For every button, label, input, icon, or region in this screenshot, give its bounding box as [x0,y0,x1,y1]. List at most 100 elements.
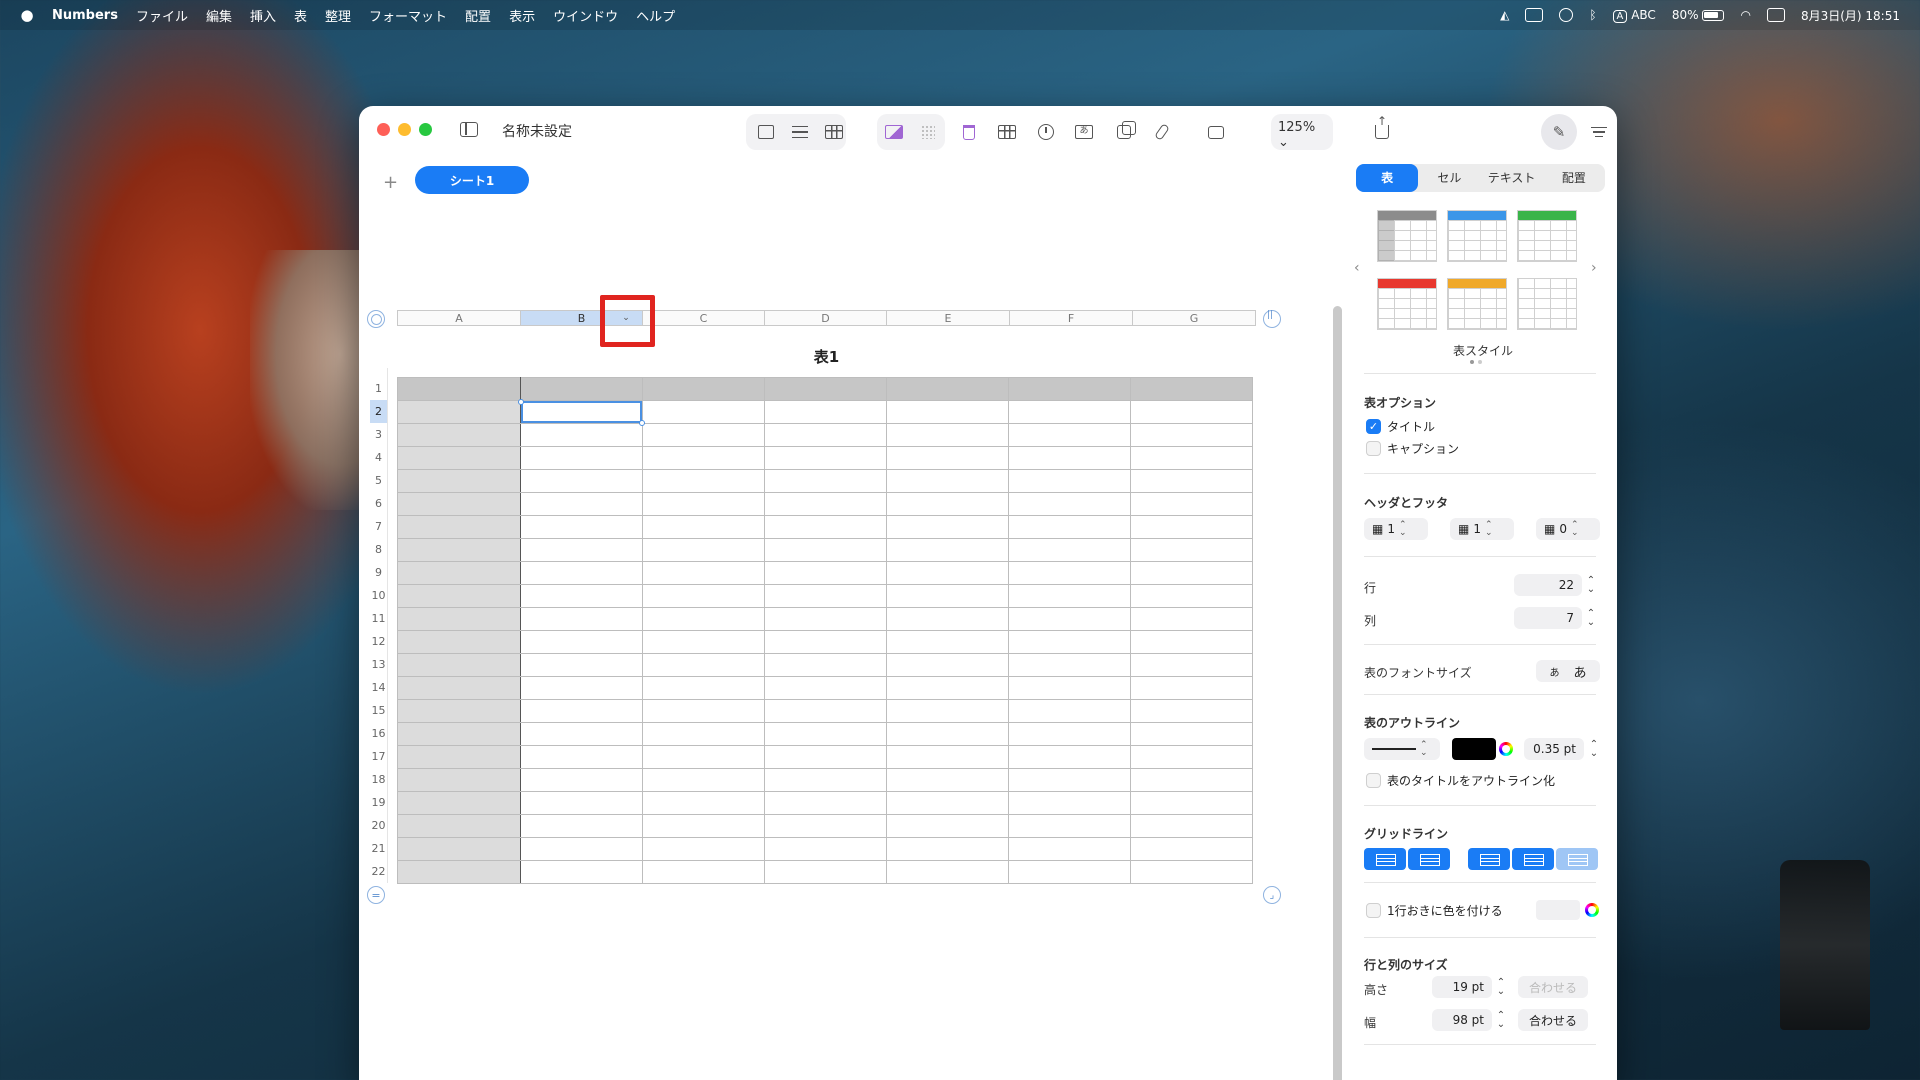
screen-mirroring-icon[interactable] [1525,8,1544,22]
outline-width-stepper-icon[interactable]: ⌃ ⌄ [1588,738,1600,760]
table-cell[interactable] [886,768,1009,792]
table-cell[interactable] [1008,768,1131,792]
table-cell[interactable] [520,538,643,562]
table-cell[interactable] [764,768,887,792]
table-cell[interactable] [886,446,1009,470]
table-cell[interactable] [642,492,765,516]
outline-title-option[interactable]: 表のタイトルをアウトライン化 [1366,772,1555,789]
header-column-gridlines-button[interactable] [1468,848,1510,870]
table-cell[interactable] [397,515,521,539]
menu-format[interactable]: フォーマット [369,6,447,25]
table-cell[interactable] [886,400,1009,424]
table-cell[interactable] [764,814,887,838]
table-cell[interactable] [397,446,521,470]
row-header[interactable]: 15 [370,699,388,722]
rows-stepper-icon[interactable]: ⌃ ⌄ [1585,574,1597,596]
table-cell[interactable] [1130,630,1253,654]
table-cell[interactable] [886,791,1009,815]
row-header[interactable]: 5 [370,469,388,492]
outline-width-field[interactable]: 0.35 pt [1524,738,1584,760]
table-cell[interactable] [1008,446,1131,470]
table-cell[interactable] [642,561,765,585]
table-cell[interactable] [397,814,521,838]
title-checkbox[interactable]: ✓ [1366,419,1381,434]
table-cell[interactable] [520,630,643,654]
table-cell[interactable] [886,538,1009,562]
row-header[interactable]: 7 [370,515,388,538]
insert-table-row-button[interactable] [820,118,848,146]
table-style-thumb[interactable] [1517,278,1577,330]
table-cell[interactable] [642,768,765,792]
table-cell[interactable] [886,515,1009,539]
caption-checkbox[interactable] [1366,441,1381,456]
table-cell[interactable] [1130,699,1253,723]
sheet-tab[interactable]: シート1 [415,166,529,194]
row-header[interactable]: 3 [370,423,388,446]
table-cell[interactable] [764,699,887,723]
table-cell[interactable] [520,699,643,723]
table-cell[interactable] [642,423,765,447]
table-cell[interactable] [642,515,765,539]
tab-cell[interactable]: セル [1418,164,1480,192]
row-header[interactable]: 12 [370,630,388,653]
add-row-handle[interactable]: = [367,886,385,904]
table-cell[interactable] [764,837,887,861]
row-header[interactable]: 20 [370,814,388,837]
table-cell[interactable] [886,584,1009,608]
menu-file[interactable]: ファイル [136,6,188,25]
table-cell[interactable] [1130,377,1253,401]
chevron-left-icon[interactable]: ‹ [1354,260,1360,276]
table-cell[interactable] [1130,722,1253,746]
table-cell[interactable] [764,722,887,746]
table-cell[interactable] [764,469,887,493]
row-height-field[interactable]: 19 pt [1432,976,1492,998]
decrease-font-button[interactable]: あ [1549,664,1559,679]
apple-menu-icon[interactable]: ● [20,6,34,24]
table-cell[interactable] [764,400,887,424]
row-header[interactable]: 14 [370,676,388,699]
row-header[interactable]: 19 [370,791,388,814]
table-cell[interactable] [1130,538,1253,562]
rows-field[interactable]: 22 [1514,574,1582,596]
table-cell[interactable] [1008,722,1131,746]
bluetooth-icon[interactable]: ᛒ [1589,8,1596,22]
alternate-rows-option[interactable]: 1行おきに色を付ける [1366,902,1503,919]
table-cell[interactable] [1008,837,1131,861]
table-cell[interactable] [1130,676,1253,700]
menu-edit[interactable]: 編集 [206,6,232,25]
table-cell[interactable] [397,469,521,493]
table-cell[interactable] [1130,653,1253,677]
table-cell[interactable] [642,699,765,723]
row-header[interactable]: 6 [370,492,388,515]
table-cell[interactable] [764,515,887,539]
menu-app-name[interactable]: Numbers [52,8,118,23]
caption-option[interactable]: キャプション [1366,440,1459,457]
table-cell[interactable] [764,446,887,470]
table-cell[interactable] [1130,400,1253,424]
column-width-field[interactable]: 98 pt [1432,1009,1492,1031]
fit-height-button[interactable]: 合わせる [1518,976,1588,998]
table-cell[interactable] [1130,515,1253,539]
column-header-e[interactable]: E [886,310,1009,326]
tab-arrange[interactable]: 配置 [1543,164,1605,192]
table-cell[interactable] [520,722,643,746]
table-cell[interactable] [397,722,521,746]
table-cell[interactable] [520,423,643,447]
wifi-icon[interactable]: ◠ [1740,8,1750,22]
column-header-a[interactable]: A [397,310,520,326]
table-cell[interactable] [1008,584,1131,608]
table-cell[interactable] [397,699,521,723]
column-header-c[interactable]: C [642,310,764,326]
table-cell[interactable] [1008,492,1131,516]
table-cell[interactable] [1008,469,1131,493]
table-cell[interactable] [520,377,643,401]
share-button[interactable] [1367,114,1397,147]
table-cell[interactable] [520,492,643,516]
table-cell[interactable] [886,377,1009,401]
table-cell[interactable] [886,630,1009,654]
table-cell[interactable] [642,469,765,493]
column-width-stepper-icon[interactable]: ⌃ ⌄ [1495,1009,1507,1031]
delete-button[interactable] [955,118,983,146]
footer-rows-stepper[interactable]: ▦ 0 ⌃ ⌄ [1536,518,1600,540]
organize-button[interactable] [1585,118,1613,146]
